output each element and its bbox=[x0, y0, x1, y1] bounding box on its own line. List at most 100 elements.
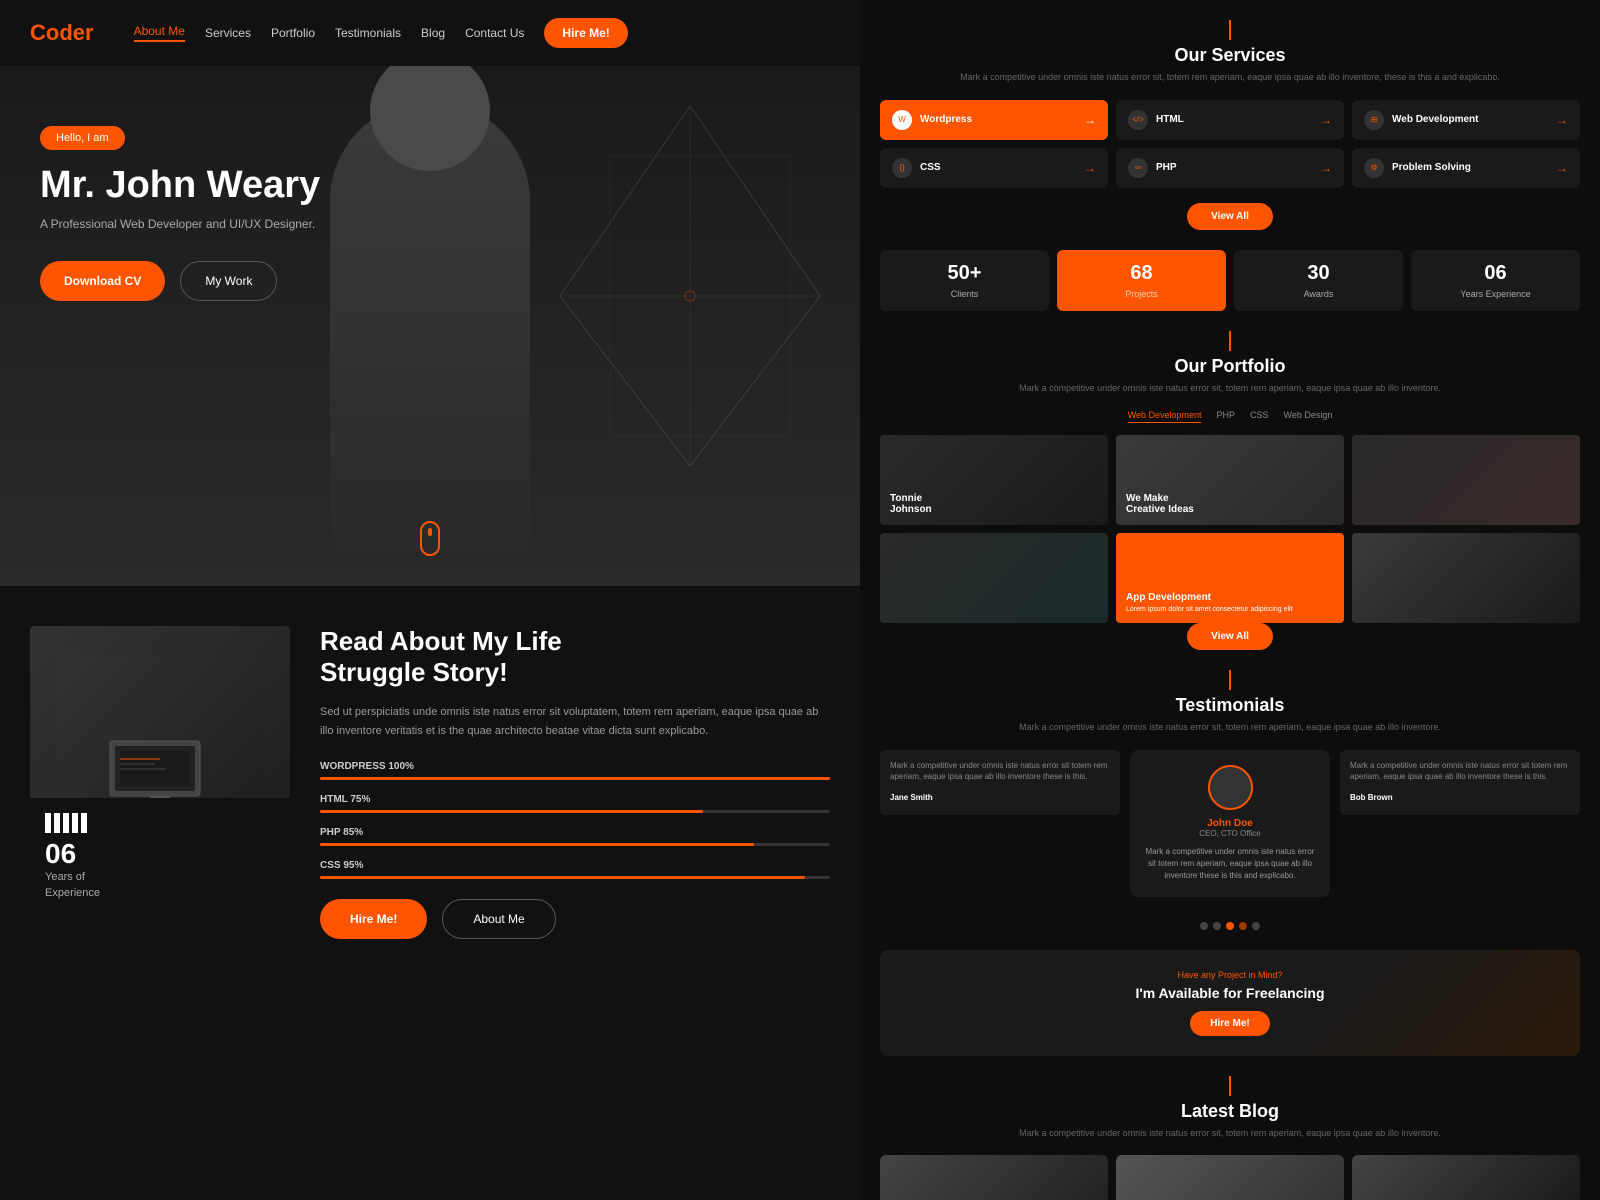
skill-html-label: HTML 75% bbox=[320, 794, 830, 805]
services-divider bbox=[1229, 20, 1231, 40]
exp-line bbox=[45, 813, 51, 833]
blog-card-1[interactable]: Blog Post One bbox=[880, 1155, 1108, 1200]
portfolio-item-3[interactable] bbox=[1352, 435, 1580, 525]
about-image: 06 Years ofExperience bbox=[30, 626, 290, 916]
webdev-icon: ⊞ bbox=[1364, 110, 1384, 130]
portfolio-grid: TonnieJohnson We MakeCreative Ideas Ap bbox=[880, 435, 1580, 623]
stat-clients-num: 50+ bbox=[892, 262, 1037, 285]
geo-lines-svg bbox=[550, 96, 830, 476]
service-webdev[interactable]: ⊞ Web Development → bbox=[1352, 100, 1580, 140]
portfolio-title: Our Portfolio bbox=[880, 356, 1580, 377]
portfolio-item-5-title: App Development bbox=[1126, 592, 1334, 603]
exp-line bbox=[63, 813, 69, 833]
wordpress-icon: W bbox=[892, 110, 912, 130]
exp-line bbox=[72, 813, 78, 833]
blog-img-3 bbox=[1352, 1155, 1580, 1200]
testimonial-left-text: Mark a competitive under omnis iste natu… bbox=[890, 760, 1110, 782]
hero-section: Hello, I am Mr. John Weary A Professiona… bbox=[0, 66, 860, 586]
portfolio-item-3-inner bbox=[1352, 435, 1580, 525]
testimonial-right-text: Mark a competitive under omnis iste natu… bbox=[1350, 760, 1570, 782]
service-html-arrow: → bbox=[1320, 113, 1332, 127]
hire-me-nav-button[interactable]: Hire Me! bbox=[544, 18, 627, 48]
service-php[interactable]: ∞ PHP → bbox=[1116, 148, 1344, 188]
portfolio-item-4[interactable] bbox=[880, 533, 1108, 623]
right-section[interactable]: Our Services Mark a competitive under om… bbox=[860, 0, 1600, 1200]
service-css[interactable]: {} CSS → bbox=[880, 148, 1108, 188]
freelance-content: Have any Project in Mind? I'm Available … bbox=[900, 970, 1560, 1036]
testimonial-left: Mark a competitive under omnis iste natu… bbox=[880, 750, 1120, 815]
filter-php[interactable]: PHP bbox=[1216, 410, 1235, 423]
testimonial-role: CEO, CTO Office bbox=[1145, 829, 1315, 838]
portfolio-item-1[interactable]: TonnieJohnson bbox=[880, 435, 1108, 525]
portfolio-item-5-sub: Lorem ipsum dolor sit amet consectetur a… bbox=[1126, 606, 1334, 613]
service-php-name: PHP bbox=[1156, 162, 1177, 173]
nav-blog[interactable]: Blog bbox=[421, 26, 445, 40]
blog-card-2[interactable]: Blog Post Two bbox=[1116, 1155, 1344, 1200]
nav-portfolio[interactable]: Portfolio bbox=[271, 26, 315, 40]
portfolio-item-1-title: TonnieJohnson bbox=[890, 493, 1098, 515]
filter-webdesign[interactable]: Web Design bbox=[1284, 410, 1333, 423]
portfolio-item-2[interactable]: We MakeCreative Ideas bbox=[1116, 435, 1344, 525]
service-wordpress-name: Wordpress bbox=[920, 114, 972, 125]
service-webdev-arrow: → bbox=[1556, 113, 1568, 127]
main-wrapper: Coder About Me Services Portfolio Testim… bbox=[0, 0, 1600, 1200]
testimonials-subtitle: Mark a competitive under omnis iste natu… bbox=[880, 721, 1580, 735]
about-section: 06 Years ofExperience Read About My Life… bbox=[0, 586, 860, 979]
blog-subtitle: Mark a competitive under omnis iste natu… bbox=[880, 1127, 1580, 1141]
logo[interactable]: Coder bbox=[30, 20, 94, 46]
portfolio-filter: Web Development PHP CSS Web Design bbox=[880, 410, 1580, 423]
stat-clients: 50+ Clients bbox=[880, 250, 1049, 311]
dot-5[interactable] bbox=[1252, 922, 1260, 930]
filter-webdev[interactable]: Web Development bbox=[1128, 410, 1202, 423]
logo-highlight: e bbox=[73, 20, 85, 45]
freelance-title: I'm Available for Freelancing bbox=[900, 985, 1560, 1001]
portfolio-view-all-button[interactable]: View All bbox=[1187, 623, 1273, 650]
my-work-button[interactable]: My Work bbox=[180, 261, 277, 301]
dot-3[interactable] bbox=[1226, 922, 1234, 930]
nav-testimonials[interactable]: Testimonials bbox=[335, 26, 401, 40]
nav-about[interactable]: About Me bbox=[134, 24, 185, 42]
nav-services[interactable]: Services bbox=[205, 26, 251, 40]
filter-css[interactable]: CSS bbox=[1250, 410, 1269, 423]
freelance-hire-button[interactable]: Hire Me! bbox=[1190, 1011, 1269, 1036]
service-webdev-name: Web Development bbox=[1392, 114, 1479, 125]
freelance-subtitle: Have any Project in Mind? bbox=[900, 970, 1560, 980]
php-icon: ∞ bbox=[1128, 158, 1148, 178]
hire-me-about-button[interactable]: Hire Me! bbox=[320, 899, 427, 939]
person-head bbox=[370, 66, 490, 171]
testimonials-section: Testimonials Mark a competitive under om… bbox=[880, 670, 1580, 930]
service-card-left: {} CSS bbox=[892, 158, 941, 178]
portfolio-item-5-inner: App Development Lorem ipsum dolor sit am… bbox=[1116, 533, 1344, 623]
person-body bbox=[330, 101, 530, 551]
dot-4[interactable] bbox=[1239, 922, 1247, 930]
dot-2[interactable] bbox=[1213, 922, 1221, 930]
portfolio-subtitle: Mark a competitive under omnis iste natu… bbox=[880, 382, 1580, 396]
download-cv-button[interactable]: Download CV bbox=[40, 261, 165, 301]
testimonials-content: Mark a competitive under omnis iste natu… bbox=[880, 750, 1580, 912]
service-problem[interactable]: ⚙ Problem Solving → bbox=[1352, 148, 1580, 188]
service-problem-name: Problem Solving bbox=[1392, 162, 1471, 173]
navbar: Coder About Me Services Portfolio Testim… bbox=[0, 0, 860, 66]
services-view-all-button[interactable]: View All bbox=[1187, 203, 1273, 230]
nav-contact[interactable]: Contact Us bbox=[465, 26, 524, 40]
service-html[interactable]: </> HTML → bbox=[1116, 100, 1344, 140]
dot-1[interactable] bbox=[1200, 922, 1208, 930]
about-me-button[interactable]: About Me bbox=[442, 899, 555, 939]
service-wordpress-arrow: → bbox=[1084, 113, 1096, 127]
service-card-left: </> HTML bbox=[1128, 110, 1184, 130]
portfolio-item-5[interactable]: App Development Lorem ipsum dolor sit am… bbox=[1116, 533, 1344, 623]
hero-subtitle: A Professional Web Developer and UI/UX D… bbox=[40, 217, 320, 231]
about-description: Sed ut perspiciatis unde omnis iste natu… bbox=[320, 703, 830, 740]
exp-lines bbox=[45, 813, 275, 833]
service-wordpress[interactable]: W Wordpress → bbox=[880, 100, 1108, 140]
blog-card-3[interactable]: Blog Post Three bbox=[1352, 1155, 1580, 1200]
experience-badge: 06 Years ofExperience bbox=[30, 798, 290, 916]
blog-img-2 bbox=[1116, 1155, 1344, 1200]
logo-rest: r bbox=[85, 20, 94, 45]
testimonial-text: Mark a competitive under omnis iste natu… bbox=[1145, 846, 1315, 882]
about-content: Read About My LifeStruggle Story! Sed ut… bbox=[320, 626, 830, 939]
portfolio-item-6[interactable] bbox=[1352, 533, 1580, 623]
portfolio-item-4-inner bbox=[880, 533, 1108, 623]
freelance-section: Have any Project in Mind? I'm Available … bbox=[880, 950, 1580, 1056]
portfolio-divider bbox=[1229, 331, 1231, 351]
